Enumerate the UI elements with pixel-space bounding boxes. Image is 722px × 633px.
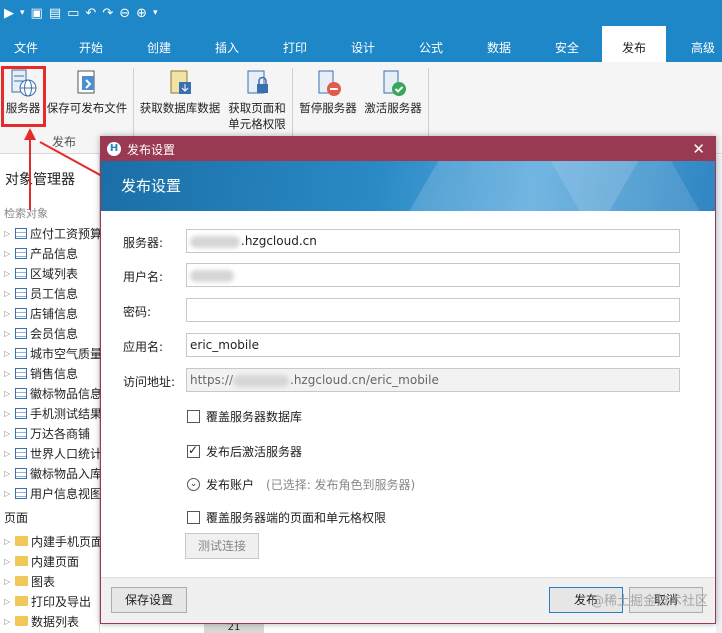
access-url-field-label: 访问地址: [123,375,176,389]
overwrite-database-checkbox[interactable]: 覆盖服务器数据库 [187,408,302,425]
username-input[interactable] [186,263,680,287]
checkbox-label: 覆盖服务器端的页面和单元格权限 [206,511,387,525]
server-field-label: 服务器: [123,236,164,250]
dialog-title: 发布设置 [127,142,176,157]
dialog-banner: 发布设置 [101,161,715,211]
username-field-label: 用户名: [123,270,164,284]
password-input[interactable] [186,298,680,322]
publish-account-expander[interactable]: ⌄ 发布账户 (已选择: 发布角色到服务器) [187,476,415,493]
save-settings-button[interactable]: 保存设置 [111,587,187,613]
publish-account-label: 发布账户 [206,478,255,492]
app-name-input[interactable]: eric_mobile [186,333,680,357]
redacted-value [233,374,290,387]
dialog-titlebar: H 发布设置 [101,137,715,161]
url-suffix: .hzgcloud.cn/eric_mobile [290,373,439,387]
publish-account-hint: (已选择: 发布角色到服务器) [266,478,416,492]
redacted-value [190,269,234,282]
access-url-input: https:// .hzgcloud.cn/eric_mobile [186,368,680,392]
close-icon[interactable]: ✕ [692,141,705,157]
app-name-field-label: 应用名: [123,340,164,354]
checkbox-box[interactable] [187,410,200,423]
expand-chevron-icon[interactable]: ⌄ [187,478,200,491]
checkbox-box[interactable] [187,443,200,458]
watermark: @稀土掘金技术社区 [590,594,708,609]
checkbox-label: 覆盖服务器数据库 [206,410,303,424]
app-logo-icon: H [107,142,121,156]
password-field-label: 密码: [123,305,152,319]
activate-after-publish-checkbox[interactable]: 发布后激活服务器 [187,443,302,460]
url-prefix: https:// [190,373,234,387]
server-input[interactable]: .hzgcloud.cn [186,229,680,253]
overwrite-permissions-checkbox[interactable]: 覆盖服务器端的页面和单元格权限 [187,509,386,526]
dialog-heading: 发布设置 [121,177,182,195]
checkbox-box[interactable] [187,511,200,524]
test-connection-button[interactable]: 测试连接 [185,533,259,559]
redacted-value [190,235,240,248]
server-value: .hzgcloud.cn [241,234,317,248]
publish-settings-dialog: H 发布设置 ✕ 发布设置 服务器: .hzgcloud.cn 用户名: 密码:… [100,136,716,624]
checkbox-label: 发布后激活服务器 [206,445,303,459]
